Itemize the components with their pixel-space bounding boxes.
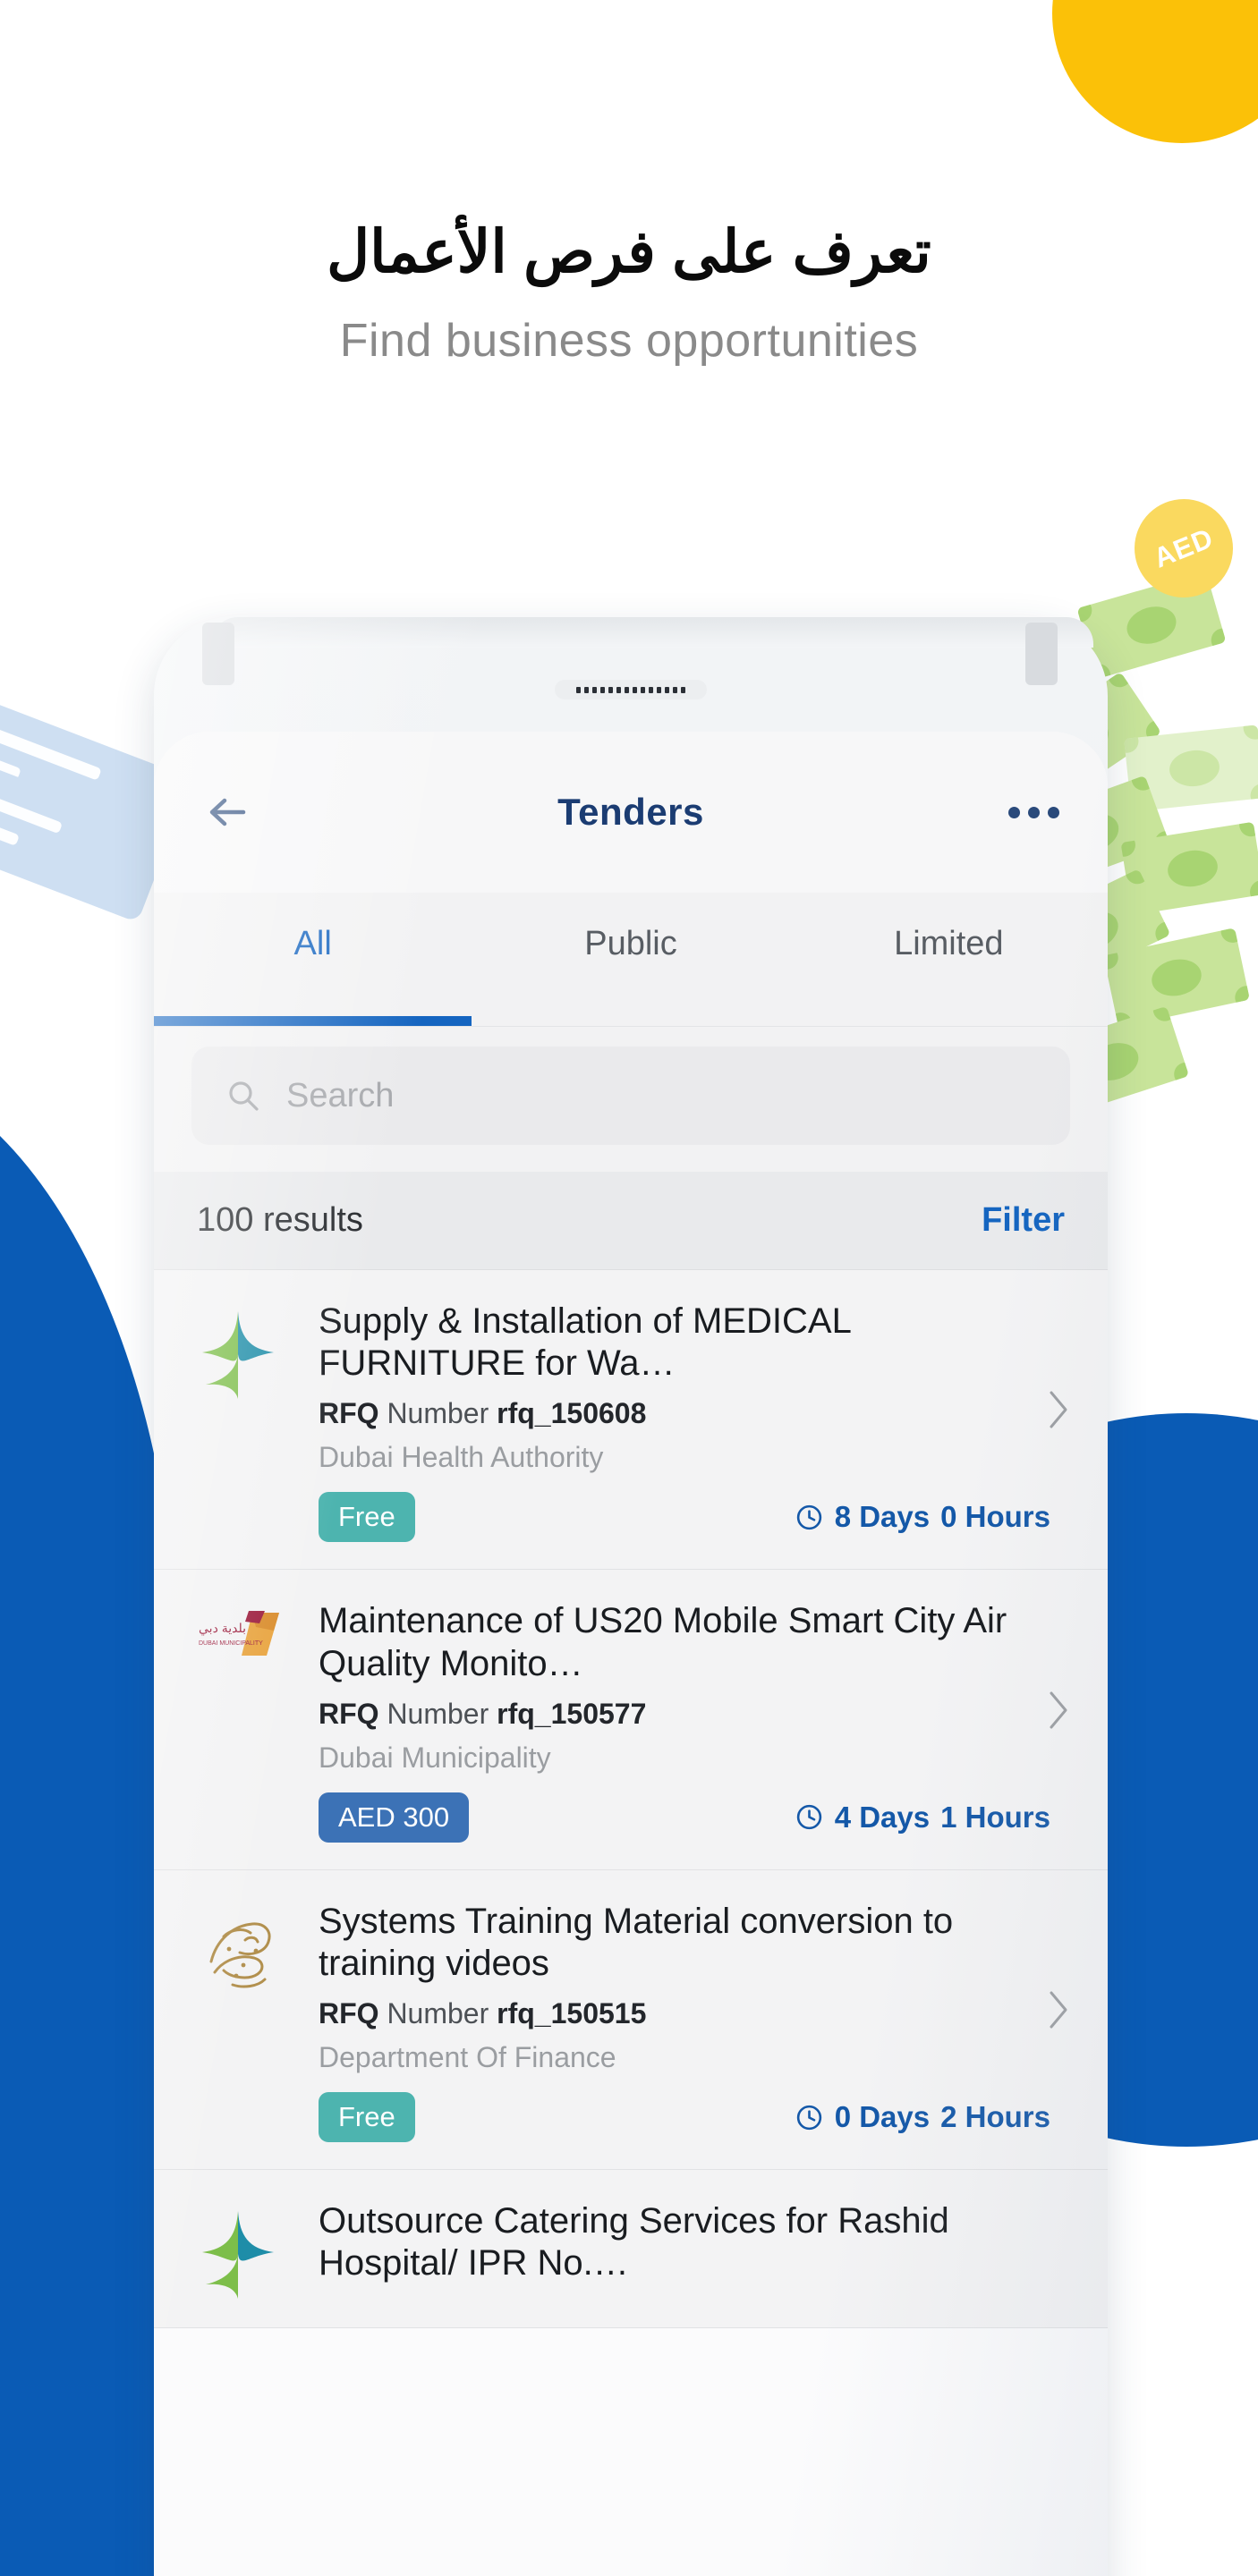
headline-english: Find business opportunities [339, 314, 919, 367]
rfq-word: Number [387, 1697, 489, 1730]
rfq-number: rfq_150515 [497, 1997, 647, 2030]
list-item[interactable]: Supply & Installation of MEDICAL FURNITU… [154, 1270, 1108, 1571]
phone-mockup: Tenders All Public Limited Search 100 re… [134, 601, 1127, 2576]
dha-star-logo [197, 2200, 295, 2301]
yellow-circle-decoration [1052, 0, 1258, 143]
page-title: Tenders [557, 791, 704, 833]
tender-organization: Dubai Health Authority [319, 1441, 604, 1474]
aed-coin-label: AED [1149, 521, 1219, 574]
clock-icon [796, 2105, 821, 2130]
dubai-municipality-logo: بلدية دبي DUBAI MUNICIPALITY [197, 1600, 295, 1842]
tab-bar: All Public Limited [154, 893, 1108, 1027]
rfq-label: RFQ [319, 1997, 379, 2030]
phone-body: Tenders All Public Limited Search 100 re… [154, 617, 1108, 2576]
tender-countdown: 4 Days 1 Hours [795, 1801, 1050, 1835]
tender-rfq-line: RFQ Number rfq_150577 [319, 1698, 1065, 1731]
chevron-right-icon [1047, 1690, 1070, 1731]
tender-rfq-line: RFQ Number rfq_150608 [319, 1397, 1065, 1430]
rfq-number: rfq_150608 [497, 1397, 647, 1430]
department-of-finance-logo [197, 1901, 295, 2142]
list-item[interactable]: Systems Training Material conversion to … [154, 1870, 1108, 2171]
hero-headline: تعرف على فرص الأعمال Find business oppor… [0, 215, 1258, 368]
countdown-hours: 2 Hours [940, 2100, 1050, 2134]
rfq-label: RFQ [319, 1397, 379, 1430]
list-item[interactable]: بلدية دبي DUBAI MUNICIPALITY Maintenance… [154, 1570, 1108, 1870]
results-count: 100 results [197, 1201, 363, 1239]
tender-rfq-line: RFQ Number rfq_150515 [319, 1997, 1065, 2030]
search-icon [225, 1078, 261, 1114]
tender-organization: Dubai Municipality [319, 1741, 551, 1774]
countdown-days: 4 Days [834, 1800, 931, 1834]
chevron-right-icon [1047, 1989, 1070, 2030]
countdown-days: 0 Days [834, 2100, 931, 2134]
tab-active-indicator [154, 1016, 472, 1026]
status-badge: AED 300 [319, 1792, 470, 1843]
list-item[interactable]: Outsource Catering Services for Rashid H… [154, 2170, 1108, 2329]
headline-arabic: تعرف على فرص الأعمال [327, 218, 931, 284]
tender-title: Systems Training Material conversion to … [319, 1901, 954, 1983]
tender-list: Supply & Installation of MEDICAL FURNITU… [154, 1270, 1108, 2329]
search-box[interactable] [191, 1046, 1070, 1145]
status-badge: Free [319, 2092, 415, 2143]
phone-earpiece-speaker [555, 680, 707, 699]
phone-antenna-band-right [1025, 623, 1058, 685]
tender-title: Maintenance of US20 Mobile Smart City Ai… [319, 1601, 1007, 1683]
rfq-number: rfq_150577 [497, 1697, 647, 1730]
countdown-hours: 1 Hours [940, 1800, 1050, 1834]
clock-icon [796, 1805, 821, 1830]
countdown-hours: 0 Hours [940, 1500, 1050, 1534]
rfq-word: Number [387, 1397, 489, 1430]
tender-countdown: 8 Days 0 Hours [795, 1500, 1050, 1534]
tender-title: Supply & Installation of MEDICAL FURNITU… [319, 1301, 851, 1384]
results-bar: 100 results Filter [154, 1172, 1108, 1270]
tab-all[interactable]: All [154, 925, 472, 963]
phone-screen: Tenders All Public Limited Search 100 re… [154, 732, 1108, 2576]
rfq-label: RFQ [319, 1697, 379, 1730]
search-section [154, 1027, 1108, 1172]
status-badge: Free [319, 1492, 415, 1543]
rfq-word: Number [387, 1997, 489, 2030]
phone-top-edge [211, 617, 1093, 648]
tender-organization: Department Of Finance [319, 2041, 616, 2074]
promo-screenshot: AED تعرف على فرص الأعمال Find business o… [0, 0, 1258, 2576]
clock-icon [796, 1504, 821, 1530]
svg-text:DUBAI MUNICIPALITY: DUBAI MUNICIPALITY [199, 1640, 263, 1647]
filter-button[interactable]: Filter [982, 1201, 1065, 1240]
chevron-right-icon [1047, 1389, 1070, 1430]
tender-title: Outsource Catering Services for Rashid H… [319, 2201, 949, 2284]
tab-limited[interactable]: Limited [790, 925, 1108, 963]
svg-text:بلدية دبي: بلدية دبي [199, 1621, 246, 1635]
tab-public[interactable]: Public [472, 925, 789, 963]
search-input[interactable] [286, 1076, 1036, 1115]
tender-countdown: 0 Days 2 Hours [795, 2100, 1050, 2134]
countdown-days: 8 Days [834, 1500, 931, 1534]
dha-star-logo [197, 1301, 295, 1542]
phone-antenna-band-left [202, 623, 234, 685]
app-navbar: Tenders [154, 732, 1108, 893]
